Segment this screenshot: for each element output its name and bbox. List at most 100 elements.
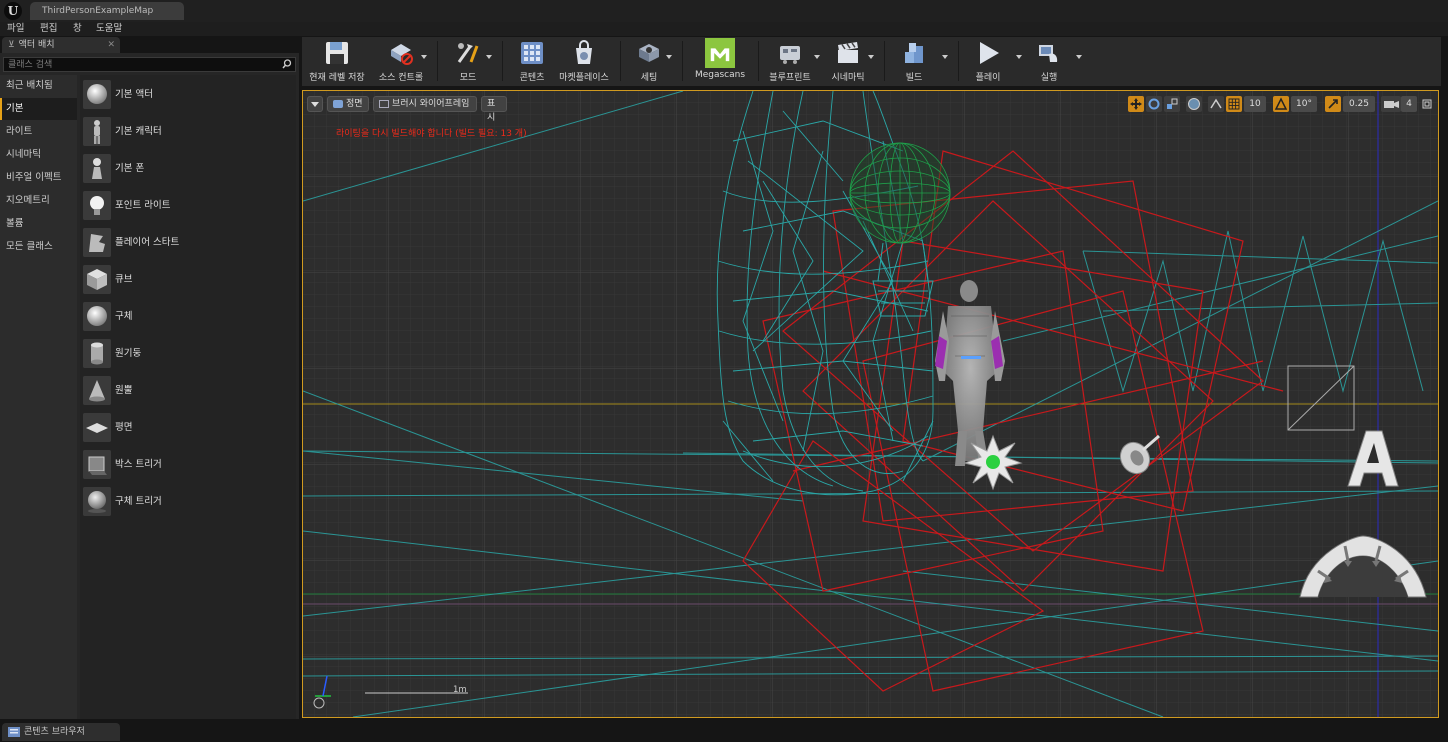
camera-speed-icon[interactable] <box>1381 96 1401 112</box>
category-recent[interactable]: 최근 배치됨 <box>0 75 77 97</box>
list-item-box-trigger[interactable]: 박스 트리거 <box>80 448 296 482</box>
modes-button[interactable]: 모드 <box>442 37 494 86</box>
save-icon <box>326 42 348 64</box>
chevron-down-icon[interactable] <box>486 55 492 59</box>
list-item-basic-character[interactable]: 기본 캐릭터 <box>80 115 296 149</box>
rotation-snap-value[interactable]: 10° <box>1291 96 1317 112</box>
chevron-down-icon[interactable] <box>666 55 672 59</box>
viewport-options-button[interactable] <box>307 96 323 112</box>
category-list: 최근 배치됨 기본 라이트 시네마틱 비주얼 이펙트 지오메트리 볼륨 모든 클… <box>0 75 77 719</box>
show-flags-button[interactable]: 표시 <box>481 96 507 123</box>
settings-button[interactable]: 세팅 <box>624 37 674 86</box>
rotation-snap-icon[interactable] <box>1273 96 1289 112</box>
item-label: 원뿔 <box>115 385 133 396</box>
toolbar-label: 콘텐츠 <box>519 73 545 83</box>
list-item-point-light[interactable]: 포인트 라이트 <box>80 189 296 223</box>
unreal-logo-icon[interactable]: U <box>4 2 22 20</box>
level-document-tab[interactable]: ThirdPersonExampleMap <box>30 2 184 20</box>
source-control-button[interactable]: 소스 컨트롤 <box>372 37 430 86</box>
search-icon[interactable] <box>282 59 292 69</box>
item-label: 기본 캐릭터 <box>115 126 162 137</box>
surface-snap-icon[interactable] <box>1208 96 1224 112</box>
grid-snap-icon[interactable] <box>1226 96 1242 112</box>
content-browser-icon <box>8 727 20 737</box>
chevron-down-icon[interactable] <box>1016 55 1022 59</box>
scale-snap-value[interactable]: 0.25 <box>1343 96 1375 112</box>
list-item-sphere[interactable]: 구체 <box>80 300 296 334</box>
scale-icon[interactable] <box>1164 96 1180 112</box>
chevron-down-icon[interactable] <box>942 55 948 59</box>
save-level-button[interactable]: 현재 레벨 저장 <box>304 37 370 86</box>
chevron-down-icon[interactable] <box>868 55 874 59</box>
category-basic[interactable]: 기본 <box>0 98 77 120</box>
wireframe-scene[interactable] <box>303 91 1438 717</box>
world-local-icon[interactable] <box>1186 96 1202 112</box>
toolbar-divider <box>958 41 959 81</box>
chevron-down-icon[interactable] <box>814 55 820 59</box>
cinematics-button[interactable]: 시네마틱 <box>822 37 874 86</box>
item-label: 평면 <box>115 422 133 433</box>
list-item-basic-pawn[interactable]: 기본 폰 <box>80 152 296 186</box>
maximize-viewport-icon[interactable] <box>1421 96 1433 112</box>
chevron-down-icon[interactable] <box>421 55 427 59</box>
category-visual-effects[interactable]: 비주얼 이펙트 <box>0 167 77 189</box>
megascans-button[interactable]: Megascans <box>688 37 752 86</box>
build-button[interactable]: 빌드 <box>890 37 938 86</box>
toolbar-label: 마켓플레이스 <box>559 73 609 83</box>
list-item-plane[interactable]: 평면 <box>80 411 296 445</box>
list-item-player-start[interactable]: 플레이어 스타트 <box>80 226 296 260</box>
scale-snap-icon[interactable] <box>1325 96 1341 112</box>
camera-speed-value[interactable]: 4 <box>1401 96 1417 112</box>
cylinder-icon <box>83 339 111 368</box>
menu-edit[interactable]: 편집 <box>40 22 57 36</box>
render-mode-button[interactable]: 브러시 와이어프레임 <box>373 96 477 112</box>
grid-snap-value[interactable]: 10 <box>1244 96 1266 112</box>
list-item-cube[interactable]: 큐브 <box>80 263 296 297</box>
actor-list: 기본 액터 기본 캐릭터 기본 폰 포인트 라이트 플레이어 스타트 큐브 구체 <box>80 75 296 719</box>
category-cinematic[interactable]: 시네마틱 <box>0 144 77 166</box>
toolbar-divider <box>502 41 503 81</box>
list-item-sphere-trigger[interactable]: 구체 트리거 <box>80 485 296 519</box>
translate-icon[interactable] <box>1128 96 1144 112</box>
play-button[interactable]: 플레이 <box>964 37 1012 86</box>
category-all-classes[interactable]: 모든 클래스 <box>0 236 77 258</box>
list-item-cylinder[interactable]: 원기둥 <box>80 337 296 371</box>
title-bar: U ThirdPersonExampleMap <box>0 0 1448 22</box>
character-icon <box>83 117 111 146</box>
menu-window[interactable]: 창 <box>73 22 82 36</box>
category-lights[interactable]: 라이트 <box>0 121 77 143</box>
class-search-input[interactable] <box>4 58 282 71</box>
launch-button[interactable]: 실행 <box>1024 37 1074 86</box>
category-geometry[interactable]: 지오메트리 <box>0 190 77 212</box>
sphere-icon <box>83 80 111 109</box>
place-actors-tab[interactable]: ⊻ 액터 배치 ✕ <box>2 37 120 53</box>
category-volumes[interactable]: 볼륨 <box>0 213 77 235</box>
item-label: 플레이어 스타트 <box>115 237 180 248</box>
source-control-icon <box>391 44 413 65</box>
build-icon <box>905 43 923 63</box>
item-label: 구체 트리거 <box>115 496 162 507</box>
rotate-icon[interactable] <box>1146 96 1162 112</box>
content-button[interactable]: 콘텐츠 <box>506 37 558 86</box>
marketplace-button[interactable]: 마켓플레이스 <box>554 37 614 86</box>
item-label: 포인트 라이트 <box>115 200 171 211</box>
close-icon[interactable]: ✕ <box>107 37 115 53</box>
list-item-cone[interactable]: 원뿔 <box>80 374 296 408</box>
chevron-down-icon[interactable] <box>1076 55 1082 59</box>
content-browser-tab[interactable]: 콘텐츠 브라우저 <box>2 723 120 741</box>
megascans-icon <box>705 38 735 68</box>
toolbar-label: 소스 컨트롤 <box>378 73 424 83</box>
play-icon <box>980 42 999 64</box>
menu-file[interactable]: 파일 <box>7 22 24 36</box>
chevron-down-icon <box>311 102 319 107</box>
toolbar-label: Megascans <box>694 70 746 80</box>
level-viewport[interactable]: 정면 브러시 와이어프레임 표시 라이팅을 다시 빌드해야 합니다 (빌드 필요… <box>302 90 1439 718</box>
item-label: 박스 트리거 <box>115 459 162 470</box>
view-mode-button[interactable]: 정면 <box>327 96 369 112</box>
render-mode-label: 브러시 와이어프레임 <box>392 99 470 109</box>
light-bulb-icon <box>83 191 111 220</box>
menu-help[interactable]: 도움말 <box>96 22 122 36</box>
list-item-basic-actor[interactable]: 기본 액터 <box>80 78 296 112</box>
wireframe-icon <box>379 99 389 108</box>
blueprints-button[interactable]: 블루프린트 <box>762 37 818 86</box>
